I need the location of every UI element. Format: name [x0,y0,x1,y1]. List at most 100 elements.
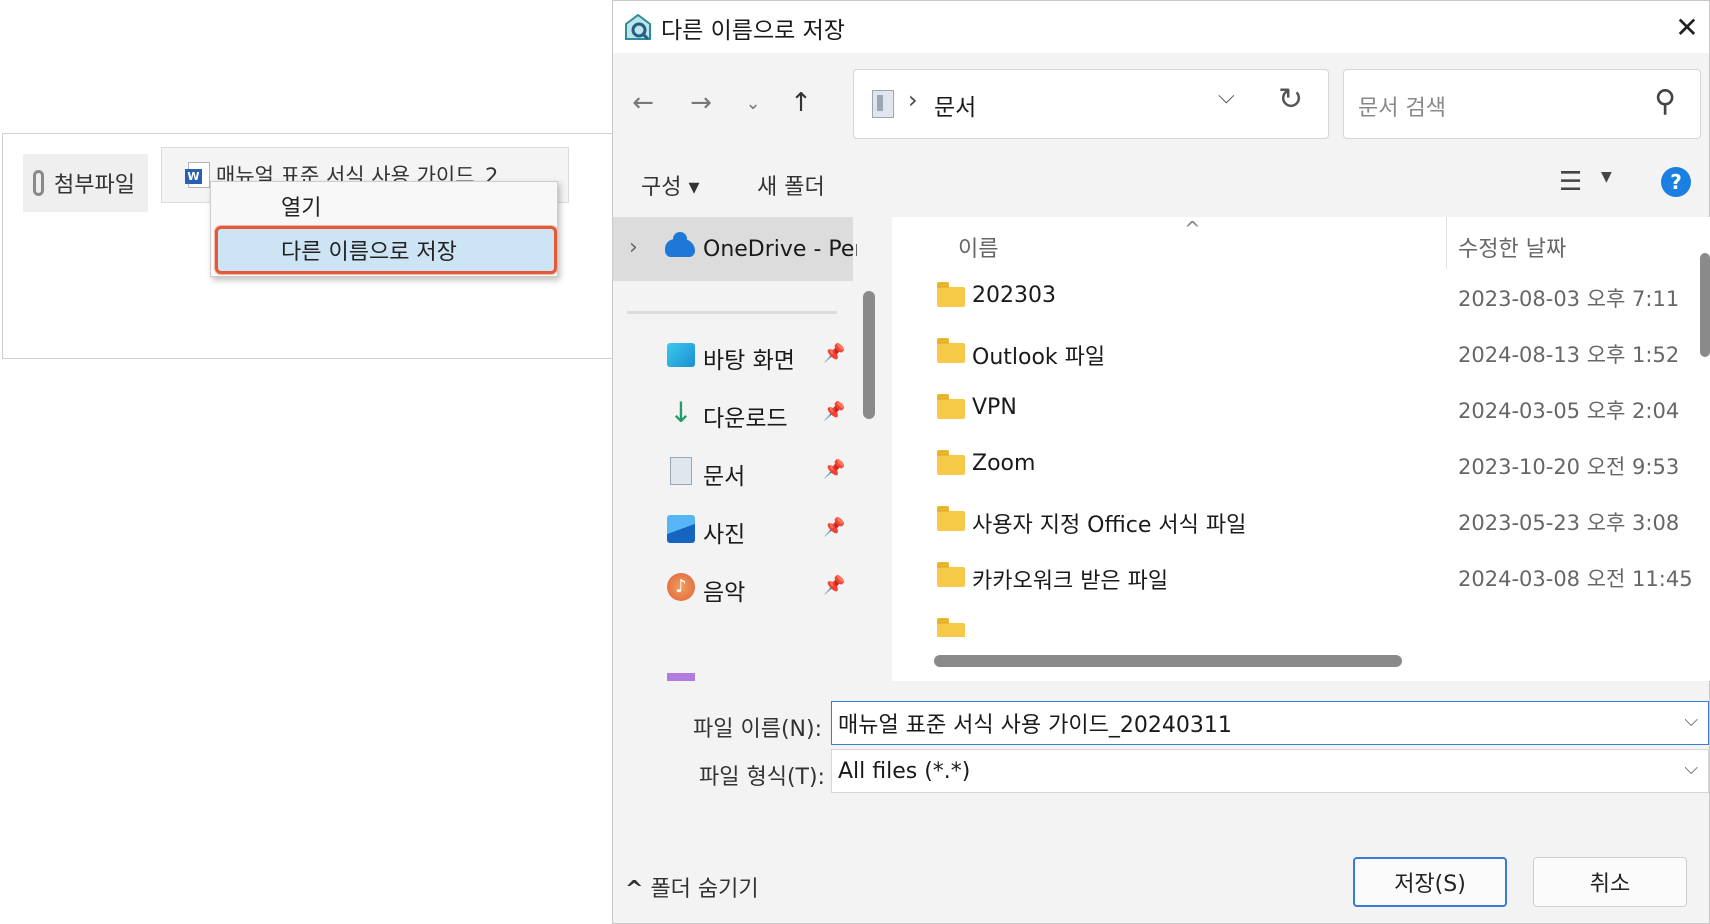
filename-input[interactable]: 매뉴얼 표준 서식 사용 가이드_20240311 ⌵ [831,701,1709,745]
attachment-label: 첨부파일 [23,154,148,212]
folder-icon [937,506,965,531]
organize-button[interactable]: 구성 ▾ [641,169,700,201]
file-modified: 2023-10-20 오전 9:53 [1458,455,1680,479]
file-name: Outlook 파일 [972,345,1106,370]
pictures-icon [667,515,695,543]
column-divider[interactable] [1446,217,1447,269]
address-bar[interactable]: › 문서 ⌵ ↻ [853,69,1329,139]
nav-item-label: 바탕 화면 [703,348,795,374]
documents-icon [670,457,692,485]
file-modified: 2024-03-05 오후 2:04 [1458,399,1680,423]
filename-value: 매뉴얼 표준 서식 사용 가이드_20240311 [838,713,1232,738]
filetype-label: 파일 형식(T): [699,765,825,790]
filename-label: 파일 이름(N): [693,717,822,742]
hide-folders-toggle[interactable]: ^ 폴더 숨기기 [625,871,759,903]
column-header-name[interactable]: 이름 [958,231,998,263]
search-placeholder: 문서 검색 [1358,96,1446,121]
sort-ascending-icon: ^ [1184,217,1201,241]
navigation-pane: › OneDrive - Pers 바탕 화면 📌 ↓ 다운로드 📌 문서 📌 … [613,217,857,681]
back-button[interactable]: ← [623,83,663,123]
file-row[interactable]: VPN 2024-03-05 오후 2:04 [892,383,1692,439]
filetype-value: All files (*.*) [838,758,971,784]
file-row[interactable]: 사용자 지정 Office 서식 파일 2023-05-23 오후 3:08 [892,495,1692,551]
save-as-dialog: 다른 이름으로 저장 ✕ ← → ⌄ ↑ › 문서 ⌵ ↻ 문서 검색 ⚲ 구성… [612,0,1710,924]
arrow-right-icon: → [690,88,712,118]
file-name: 202303 [972,283,1056,308]
up-button[interactable]: ↑ [781,83,821,123]
nav-item-label: 음악 [703,580,746,606]
file-modified: 2024-08-13 오후 1:52 [1458,343,1680,367]
file-list: ^ 이름 수정한 날짜 202303 2023-08-03 오후 7:11 Ou… [892,217,1710,681]
column-header-modified[interactable]: 수정한 날짜 [1458,231,1566,263]
horizontal-scrollbar[interactable] [934,655,1402,667]
chevron-down-icon[interactable]: ⌵ [1684,758,1698,779]
nav-scrollbar[interactable] [863,291,875,419]
view-list-icon[interactable]: ☰ [1559,167,1582,197]
arrow-up-icon: ↑ [790,88,812,118]
help-icon[interactable]: ? [1661,167,1691,197]
nav-item-documents[interactable]: 문서 📌 [613,445,845,501]
menu-item-open[interactable]: 열기 [281,190,321,222]
recent-locations-button[interactable]: ⌄ [733,83,773,123]
download-icon: ↓ [669,396,693,429]
word-file-icon [185,162,210,188]
chevron-down-icon: ⌄ [745,92,761,114]
hide-folders-label: 폴더 숨기기 [650,877,759,902]
file-modified: 2024-03-08 오전 11:45 [1458,567,1693,591]
breadcrumb-current[interactable]: 문서 [934,88,976,122]
vertical-scrollbar[interactable] [1700,253,1710,357]
nav-item-pictures[interactable]: 사진 📌 [613,503,845,559]
chevron-down-icon[interactable]: ⌵ [1684,710,1698,731]
address-dropdown-icon[interactable]: ⌵ [1218,84,1235,109]
nav-item-desktop[interactable]: 바탕 화면 📌 [613,329,845,385]
nav-item-label: 문서 [703,464,746,490]
file-row[interactable]: 202303 2023-08-03 오후 7:11 [892,271,1692,327]
nav-item-label: 사진 [703,522,746,548]
filetype-select[interactable]: All files (*.*) ⌵ [831,749,1709,793]
search-input[interactable]: 문서 검색 ⚲ [1343,69,1701,139]
view-dropdown-icon[interactable]: ▼ [1601,169,1612,185]
chevron-up-icon: ^ [625,877,644,902]
new-folder-button[interactable]: 새 폴더 [757,169,825,201]
pin-icon[interactable]: 📌 [823,575,845,596]
nav-item-onedrive[interactable]: › OneDrive - Pers [613,217,857,281]
file-row-partial[interactable] [892,617,1692,637]
nav-divider [627,311,837,314]
pin-icon[interactable]: 📌 [823,459,845,480]
folder-icon [937,394,965,419]
save-button[interactable]: 저장(S) [1353,857,1507,907]
nav-item-downloads[interactable]: ↓ 다운로드 📌 [613,387,845,443]
cancel-button[interactable]: 취소 [1533,857,1687,907]
pin-icon[interactable]: 📌 [823,401,845,422]
file-row[interactable]: 카카오워크 받은 파일 2024-03-08 오전 11:45 [892,551,1693,607]
nav-item-music[interactable]: ♪ 음악 📌 [613,561,845,617]
file-name: Zoom [972,451,1036,476]
close-button[interactable]: ✕ [1667,7,1707,47]
forward-button[interactable]: → [681,83,721,123]
documents-folder-icon [872,90,894,118]
search-icon: ⚲ [1654,84,1676,119]
attachment-label-text: 첨부파일 [54,173,135,198]
music-icon: ♪ [667,573,695,601]
file-row[interactable]: Outlook 파일 2024-08-13 오후 1:52 [892,327,1692,383]
command-bar: 구성 ▾ 새 폴더 ☰ ▼ ? [613,151,1709,217]
menu-item-save-as[interactable]: 다른 이름으로 저장 [215,226,557,274]
chevron-right-icon[interactable]: › [629,235,638,260]
folder-icon [937,562,965,587]
paperclip-icon [33,170,44,196]
file-name: 사용자 지정 Office 서식 파일 [972,513,1247,538]
folder-icon [937,450,965,475]
nav-item-label: 다운로드 [703,406,788,432]
desktop-icon [667,343,695,367]
pin-icon[interactable]: 📌 [823,517,845,538]
context-menu: 열기 다른 이름으로 저장 [210,181,558,277]
file-modified: 2023-05-23 오후 3:08 [1458,511,1680,535]
nav-item-label: OneDrive - Pers [703,237,857,262]
refresh-icon[interactable]: ↻ [1278,82,1303,117]
file-row[interactable]: Zoom 2023-10-20 오전 9:53 [892,439,1692,495]
pin-icon[interactable]: 📌 [823,343,845,364]
arrow-left-icon: ← [632,88,654,118]
file-name: VPN [972,395,1017,420]
onedrive-cloud-icon [665,232,695,257]
file-modified: 2023-08-03 오후 7:11 [1458,287,1680,311]
